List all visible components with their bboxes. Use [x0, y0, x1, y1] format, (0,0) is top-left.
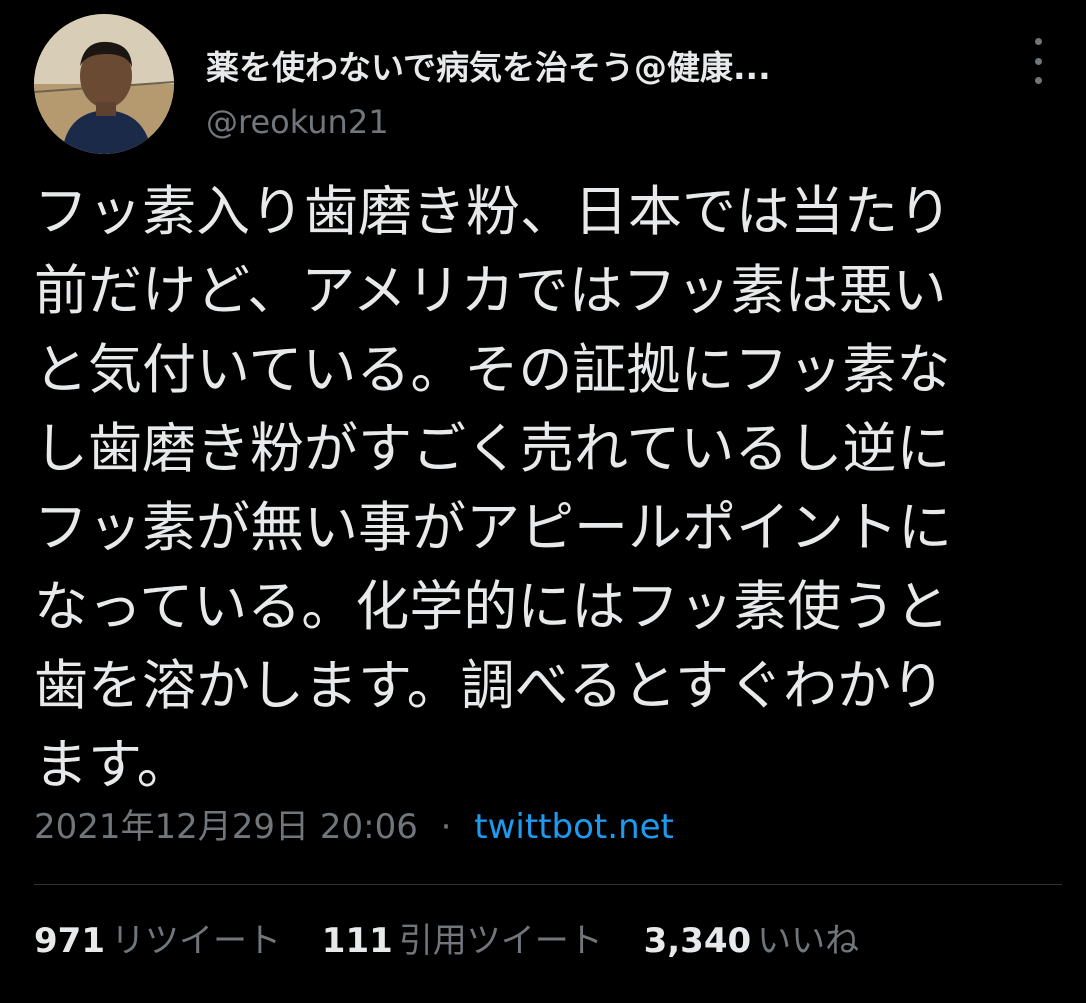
tweet-timestamp[interactable]: 2021年12月29日 20:06: [34, 807, 418, 847]
tweet-meta: 2021年12月29日 20:06 · twittbot.net: [34, 804, 674, 850]
tweet-source-link[interactable]: twittbot.net: [474, 807, 674, 847]
likes-stat[interactable]: 3,340 いいね: [644, 918, 860, 964]
likes-count: 3,340: [643, 921, 752, 961]
avatar[interactable]: [34, 14, 174, 154]
tweet-text: フッ素入り歯磨き粉、日本では当たり 前だけど、アメリカではフッ素は悪い と気付い…: [34, 172, 1064, 804]
retweets-stat[interactable]: 971 リツイート: [34, 918, 281, 964]
retweets-count: 971: [34, 921, 105, 961]
quotes-label: 引用ツイート: [398, 921, 603, 961]
more-vertical-icon[interactable]: [1026, 38, 1050, 84]
tweet-text-line: フッ素入り歯磨き粉、日本では当たり: [34, 180, 952, 243]
more-dot: [1034, 57, 1042, 65]
tweet-text-line: ます。: [34, 733, 191, 796]
avatar-photo: [34, 14, 174, 154]
tweet-text-line: 歯を溶かします。調べるとすぐわかり: [34, 654, 945, 717]
retweets-label: リツイート: [110, 921, 281, 961]
tweet-text-line: と気付いている。その証拠にフッ素な: [34, 338, 951, 401]
author-display-name[interactable]: 薬を使わないで病気を治そう@健康...: [206, 46, 966, 90]
tweet-stats: 971 リツイート 111 引用ツイート 3,340 いいね: [34, 918, 889, 964]
divider: [34, 884, 1062, 885]
quotes-count: 111: [321, 921, 393, 961]
tweet-text-line: 前だけど、アメリカではフッ素は悪い: [34, 259, 947, 322]
tweet-text-line: し歯磨き粉がすごく売れているし逆に: [34, 417, 951, 480]
tweet-text-line: なっている。化学的にはフッ素使うと: [34, 575, 950, 638]
tweet-text-line: フッ素が無い事がアピールポイントに: [34, 496, 952, 559]
tweet-header: 薬を使わないで病気を治そう@健康... @reokun21: [34, 14, 1056, 156]
meta-separator: ·: [440, 807, 452, 847]
author-handle[interactable]: @reokun21: [206, 100, 389, 144]
tweet-detail: 薬を使わないで病気を治そう@健康... @reokun21 フッ素入り歯磨き粉、…: [0, 0, 1086, 1003]
more-dot: [1034, 38, 1042, 45]
quotes-stat[interactable]: 111 引用ツイート: [322, 918, 603, 964]
likes-label: いいね: [757, 921, 860, 961]
more-dot: [1034, 77, 1042, 84]
